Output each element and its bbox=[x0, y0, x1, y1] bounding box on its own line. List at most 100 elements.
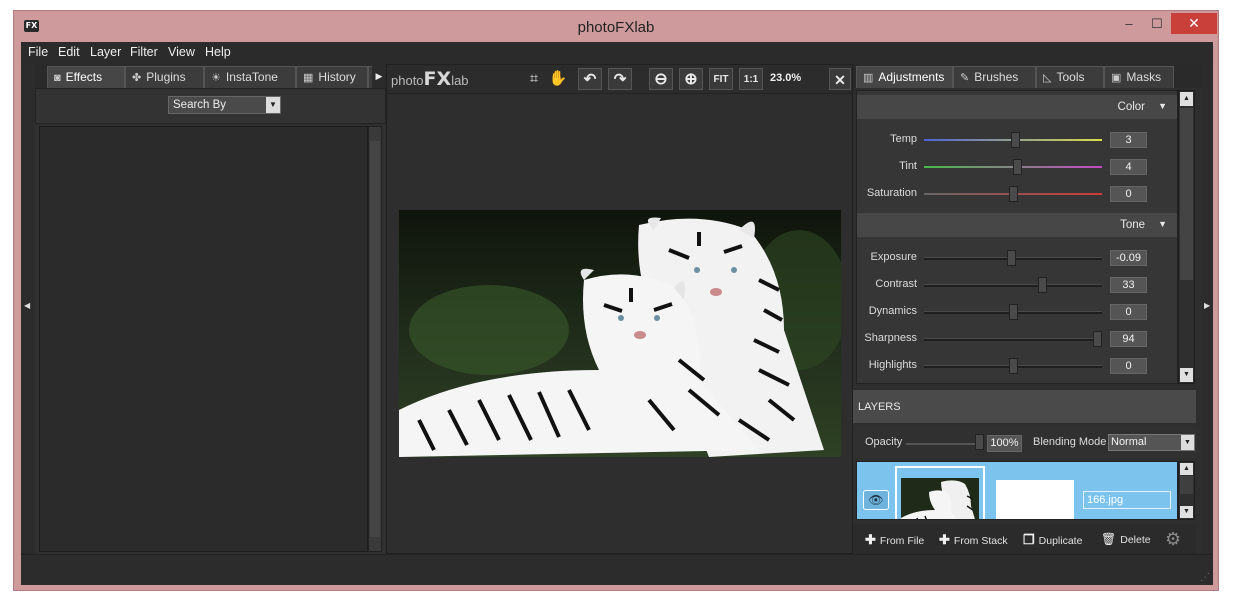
expand-tabs-button[interactable]: ▶ bbox=[372, 64, 386, 88]
tab-label: Plugins bbox=[146, 70, 186, 84]
title-bar[interactable]: FX photoFXlab – ☐ ✕ bbox=[14, 11, 1218, 43]
app-window: FX photoFXlab – ☐ ✕ File Edit Layer Filt… bbox=[13, 10, 1219, 591]
slider-value[interactable]: 0 bbox=[1110, 304, 1147, 320]
window-title: photoFXlab bbox=[577, 19, 655, 36]
delete-button[interactable]: 🗑 Delete bbox=[1101, 532, 1151, 546]
eye-icon[interactable]: 👁 bbox=[863, 490, 889, 510]
slider-knob[interactable] bbox=[1038, 277, 1048, 293]
slider-highlights[interactable]: Highlights 0 bbox=[857, 353, 1177, 379]
from-file-button[interactable]: ✚ From File bbox=[865, 532, 924, 548]
layer-thumbnail[interactable] bbox=[895, 466, 985, 519]
scroll-up-icon[interactable]: ▲ bbox=[1180, 92, 1193, 106]
scrollbar-thumb[interactable] bbox=[1180, 476, 1193, 494]
slider-knob[interactable] bbox=[1007, 250, 1017, 266]
tab-instatone[interactable]: ☀ InstaTone bbox=[204, 66, 296, 88]
canvas-image[interactable] bbox=[399, 210, 841, 457]
maximize-button[interactable]: ☐ bbox=[1143, 13, 1171, 34]
gear-icon[interactable]: ⚙ bbox=[1165, 529, 1181, 550]
zoom-out-button[interactable]: ⊖ bbox=[649, 68, 673, 90]
scroll-down-icon[interactable]: ▼ bbox=[1180, 506, 1193, 518]
minimize-button[interactable]: – bbox=[1115, 13, 1143, 34]
fit-button[interactable]: FIT bbox=[709, 68, 733, 90]
menu-help[interactable]: Help bbox=[205, 45, 231, 59]
slider-knob[interactable] bbox=[1010, 132, 1020, 148]
menu-view[interactable]: View bbox=[168, 45, 195, 59]
slider-track[interactable] bbox=[924, 284, 1102, 287]
slider-value[interactable]: 33 bbox=[1110, 277, 1147, 293]
menu-bar: File Edit Layer Filter View Help bbox=[21, 42, 1213, 64]
tab-brushes[interactable]: ✎ Brushes bbox=[953, 66, 1036, 88]
tiger-thumbnail bbox=[901, 478, 979, 519]
slider-knob[interactable] bbox=[1012, 159, 1022, 175]
canvas-toolbar: photoFXlab ⌗ ✋ ↶ ↷ ⊖ ⊕ FIT 1:1 23.0% ✕ bbox=[387, 65, 852, 94]
color-section-header[interactable]: Color ▼ bbox=[857, 95, 1177, 119]
slider-knob[interactable] bbox=[1009, 358, 1018, 374]
slider-exposure[interactable]: Exposure -0.09 bbox=[857, 245, 1177, 271]
slider-label: Dynamics bbox=[868, 305, 917, 317]
slider-saturation[interactable]: Saturation 0 bbox=[857, 181, 1177, 207]
menu-edit[interactable]: Edit bbox=[58, 45, 80, 59]
right-collapse-handle[interactable]: ▶ bbox=[1202, 64, 1213, 554]
slider-value[interactable]: 3 bbox=[1110, 132, 1147, 148]
crop-icon[interactable]: ⌗ bbox=[523, 68, 545, 90]
scrollbar-thumb[interactable] bbox=[1180, 108, 1193, 280]
actual-size-button[interactable]: 1:1 bbox=[739, 68, 763, 90]
slider-knob[interactable] bbox=[1009, 186, 1018, 202]
opacity-slider-knob[interactable] bbox=[975, 434, 984, 450]
search-by-select[interactable]: Search By ▼ bbox=[168, 96, 281, 114]
slider-temp[interactable]: Temp 3 bbox=[857, 127, 1177, 153]
effects-scrollbar[interactable] bbox=[368, 126, 382, 552]
tab-tools[interactable]: ◺ Tools bbox=[1036, 66, 1104, 88]
slider-sharpness[interactable]: Sharpness 94 bbox=[857, 326, 1177, 352]
slider-tint[interactable]: Tint 4 bbox=[857, 154, 1177, 180]
close-canvas-button[interactable]: ✕ bbox=[829, 68, 851, 90]
slider-value[interactable]: 94 bbox=[1110, 331, 1147, 347]
zoom-in-button[interactable]: ⊕ bbox=[679, 68, 703, 90]
slider-value[interactable]: 4 bbox=[1110, 159, 1147, 175]
button-label: Delete bbox=[1120, 534, 1151, 546]
tab-masks[interactable]: ▣ Masks bbox=[1104, 66, 1174, 88]
redo-button[interactable]: ↷ bbox=[608, 68, 632, 90]
mask-thumbnail[interactable] bbox=[996, 480, 1074, 519]
resize-grip-icon[interactable]: ⋰ bbox=[1200, 572, 1210, 583]
scroll-up-icon[interactable]: ▲ bbox=[1180, 463, 1193, 475]
status-bar: ⋰ bbox=[21, 554, 1213, 585]
undo-button[interactable]: ↶ bbox=[578, 68, 602, 90]
slider-contrast[interactable]: Contrast 33 bbox=[857, 272, 1177, 298]
slider-knob[interactable] bbox=[1009, 304, 1018, 320]
slider-value[interactable]: -0.09 bbox=[1110, 250, 1147, 266]
effects-list[interactable] bbox=[39, 126, 368, 552]
opacity-value[interactable]: 100% bbox=[987, 435, 1022, 452]
slider-label: Temp bbox=[890, 133, 917, 145]
scroll-down-icon[interactable]: ▼ bbox=[1180, 368, 1193, 382]
sun-icon: ☀ bbox=[211, 72, 221, 84]
slider-dynamics[interactable]: Dynamics 0 bbox=[857, 299, 1177, 325]
tab-adjustments[interactable]: ▥ Adjustments bbox=[856, 66, 953, 88]
duplicate-button[interactable]: ❐ Duplicate bbox=[1023, 532, 1082, 548]
from-stack-button[interactable]: ✚ From Stack bbox=[939, 532, 1008, 548]
slider-knob[interactable] bbox=[1092, 331, 1102, 347]
menu-filter[interactable]: Filter bbox=[130, 45, 158, 59]
layer-name-field[interactable]: 166.jpg bbox=[1083, 491, 1171, 509]
slider-value[interactable]: 0 bbox=[1110, 358, 1147, 374]
tab-plugins[interactable]: ✤ Plugins bbox=[125, 66, 204, 88]
menu-layer[interactable]: Layer bbox=[90, 45, 121, 59]
scrollbar-thumb[interactable] bbox=[370, 141, 380, 537]
menu-file[interactable]: File bbox=[28, 45, 48, 59]
slider-value[interactable]: 0 bbox=[1110, 186, 1147, 202]
ruler-icon: ◺ bbox=[1043, 72, 1052, 84]
layer-row[interactable]: 👁 166.jpg bbox=[857, 462, 1177, 519]
tab-effects[interactable]: ◙ Effects bbox=[47, 66, 125, 88]
close-button[interactable]: ✕ bbox=[1171, 13, 1217, 34]
layers-scrollbar[interactable]: ▲ ▼ bbox=[1178, 461, 1195, 520]
pan-hand-icon[interactable]: ✋ bbox=[547, 68, 569, 90]
adjustments-scrollbar[interactable]: ▲ ▼ bbox=[1178, 90, 1195, 384]
slider-track[interactable] bbox=[924, 338, 1102, 341]
tab-history[interactable]: ▦ History bbox=[296, 66, 368, 88]
adjustments-list: Color ▼ Temp 3 Tint 4 Saturation 0 Tone … bbox=[856, 90, 1178, 384]
tab-label: InstaTone bbox=[225, 70, 278, 84]
opacity-slider-track[interactable] bbox=[906, 443, 984, 445]
left-collapse-handle[interactable]: ◀ bbox=[21, 64, 35, 554]
blending-mode-select[interactable]: Normal ▼ bbox=[1108, 434, 1195, 451]
tone-section-header[interactable]: Tone ▼ bbox=[857, 213, 1177, 237]
